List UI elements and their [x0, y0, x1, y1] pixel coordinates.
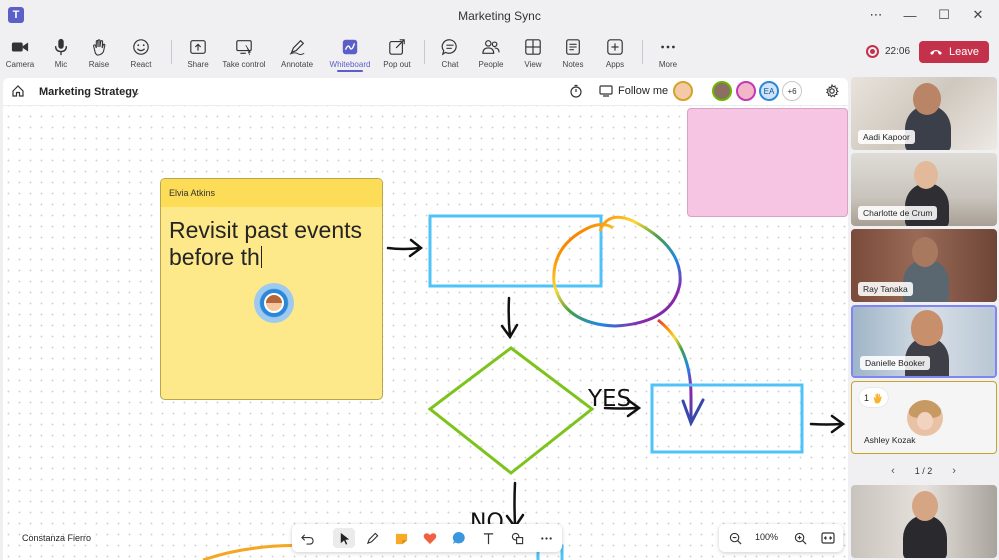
- sticky-note-tool-button[interactable]: [390, 528, 412, 548]
- arrow-down-shape: [500, 296, 519, 340]
- participant-name: Danielle Booker: [860, 356, 931, 370]
- arrow-right-shape: [386, 238, 424, 258]
- phone-hangup-icon: [930, 50, 942, 55]
- select-tool-button[interactable]: [333, 528, 355, 548]
- undo-button[interactable]: [296, 528, 318, 548]
- people-icon: [482, 40, 500, 54]
- heart-icon: [423, 532, 437, 544]
- maximize-icon[interactable]: ☐: [929, 4, 959, 26]
- notes-icon: [566, 39, 580, 55]
- fit-screen-icon: [821, 532, 835, 544]
- toolbar-divider: [171, 40, 172, 64]
- raised-hand-icon: [873, 392, 882, 403]
- sticky-note-icon: [395, 533, 407, 544]
- comment-tool-button[interactable]: [448, 528, 470, 548]
- arrow-down-shape: [505, 481, 525, 530]
- participant-tile[interactable]: [851, 485, 997, 558]
- pop-out-button[interactable]: Pop out: [372, 32, 422, 72]
- mic-icon: [54, 38, 68, 56]
- window-title: Marketing Sync: [458, 9, 541, 23]
- zoom-out-icon: [729, 532, 741, 544]
- annotate-button[interactable]: Annotate: [272, 32, 322, 72]
- grid-view-icon: [525, 39, 541, 55]
- zoom-in-icon: [794, 532, 806, 544]
- pen-icon: [289, 39, 305, 55]
- reactions-tool-button[interactable]: [419, 528, 441, 548]
- presenter-name: Constanza Fierro: [22, 533, 92, 543]
- text-icon: [483, 532, 493, 544]
- text-tool-button[interactable]: [477, 528, 499, 548]
- share-button[interactable]: Share: [173, 32, 223, 72]
- pop-out-icon: [389, 39, 405, 55]
- add-apps-icon: [607, 39, 623, 55]
- smiley-icon: [133, 39, 149, 55]
- teams-logo-icon: T: [8, 7, 24, 23]
- participant-name: Ashley Kozak: [864, 435, 916, 445]
- avatar: [907, 400, 943, 436]
- recording-indicator: 22:06: [866, 45, 910, 58]
- rainbow-loop-shape: [552, 215, 682, 328]
- more-options-icon[interactable]: ⋯: [861, 4, 891, 26]
- pen-tool-button[interactable]: [361, 528, 383, 548]
- record-icon: [866, 45, 879, 58]
- react-button[interactable]: React: [116, 32, 166, 72]
- pointer-icon: [340, 532, 349, 545]
- arrow-right-shape: [809, 414, 846, 434]
- more-icon: [540, 536, 552, 540]
- decision-diamond-shape: [427, 346, 595, 475]
- more-button[interactable]: More: [643, 32, 693, 72]
- zoom-controls: 100%: [719, 524, 843, 552]
- raised-hand-badge: 1: [859, 388, 889, 407]
- participant-name: Charlotte de Crum: [858, 206, 938, 220]
- process-box-shape: [428, 214, 603, 288]
- participant-name: Aadi Kapoor: [858, 130, 915, 144]
- apps-button[interactable]: Apps: [590, 32, 640, 72]
- comment-icon: [452, 531, 465, 544]
- pen-icon: [366, 532, 378, 544]
- whiteboard-tools-bar: [292, 524, 562, 552]
- zoom-level: 100%: [755, 532, 779, 542]
- take-control-icon: [236, 40, 252, 56]
- more-tools-button[interactable]: [535, 528, 557, 548]
- chat-icon: [441, 39, 457, 56]
- participant-tile[interactable]: Aadi Kapoor: [851, 77, 997, 150]
- flowchart-drawing: YES NO: [202, 214, 846, 560]
- meeting-toolbar: Camera Mic Raise React Share Take contro…: [0, 30, 999, 74]
- zoom-out-button[interactable]: [724, 528, 746, 548]
- participant-tile[interactable]: Ray Tanaka: [851, 229, 997, 302]
- camera-icon: [11, 42, 29, 52]
- undo-icon: [300, 533, 314, 545]
- participant-tile[interactable]: Charlotte de Crum: [851, 153, 997, 226]
- meeting-timer: 22:06: [885, 46, 911, 57]
- participant-tile[interactable]: Danielle Booker: [851, 305, 997, 378]
- process-box-shape: [650, 383, 804, 454]
- minimize-icon[interactable]: —: [895, 4, 925, 26]
- whiteboard-icon: [342, 39, 358, 55]
- more-icon: [661, 45, 675, 49]
- leave-button[interactable]: Leave: [919, 41, 989, 63]
- zoom-in-button[interactable]: [789, 528, 811, 548]
- title-bar: T Marketing Sync ⋯ — ☐ ✕: [0, 0, 999, 30]
- hand-icon: [93, 39, 106, 56]
- participants-rail: Aadi Kapoor Charlotte de Crum Ray Tanaka…: [848, 74, 999, 560]
- participant-tile[interactable]: 1 Ashley Kozak: [851, 381, 997, 454]
- chevron-left-icon[interactable]: ‹: [891, 465, 895, 477]
- participants-pager: ‹ 1 / 2 ›: [891, 465, 956, 477]
- window-controls: ⋯ — ☐ ✕: [861, 4, 993, 26]
- fit-to-screen-button[interactable]: [817, 528, 839, 548]
- close-icon[interactable]: ✕: [963, 4, 993, 26]
- chevron-right-icon[interactable]: ›: [952, 465, 956, 477]
- shapes-icon: [511, 532, 523, 544]
- whiteboard-canvas[interactable]: Marketing Strategy ⌄ Follow me EA +6 Elv…: [3, 78, 848, 560]
- share-icon: [190, 40, 206, 54]
- take-control-button[interactable]: Take control: [219, 32, 269, 72]
- participant-name: Ray Tanaka: [858, 282, 913, 296]
- shapes-tool-button[interactable]: [506, 528, 528, 548]
- whiteboard-button[interactable]: Whiteboard: [325, 32, 375, 72]
